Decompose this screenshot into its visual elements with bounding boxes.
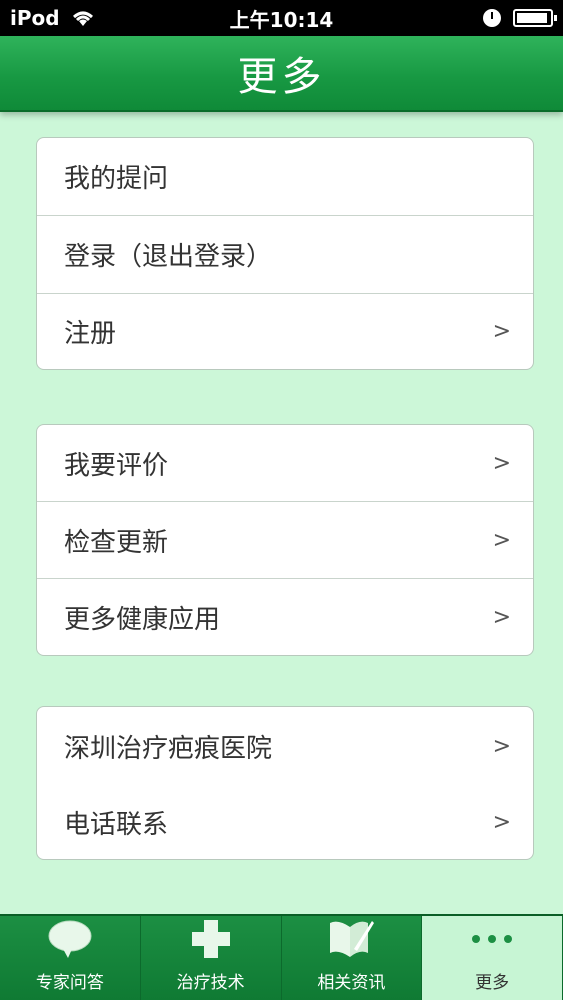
menu-item-label: 我的提问 <box>64 164 169 194</box>
menu-item-more-apps[interactable]: 更多健康应用 > <box>37 579 533 655</box>
page-title: 更多 <box>237 54 326 100</box>
navigation-header: 更多 <box>0 36 563 112</box>
tab-more[interactable]: 更多 <box>422 916 563 1000</box>
status-bar: iPod 上午10:14 <box>0 0 563 36</box>
menu-item-label: 深圳治疗疤痕医院 <box>64 733 273 764</box>
chevron-right-icon: > <box>492 527 511 553</box>
menu-item-my-questions[interactable]: 我的提问 <box>37 138 533 216</box>
menu-group-account: 我的提问 登录（退出登录） 注册 > <box>36 137 534 370</box>
menu-item-label: 注册 <box>64 319 117 349</box>
wifi-icon <box>72 11 93 26</box>
menu-item-phone-contact[interactable]: 电话联系 > <box>37 785 533 859</box>
bottom-tab-bar: 专家问答 治疗技术 相关资讯 更多 <box>0 914 563 1000</box>
tab-label: 专家问答 <box>35 973 104 993</box>
battery-icon <box>513 9 557 27</box>
chevron-right-icon: > <box>492 604 511 630</box>
document-pen-icon <box>326 916 376 962</box>
menu-item-label: 电话联系 <box>64 809 169 840</box>
tab-label: 治疗技术 <box>176 973 245 993</box>
menu-item-login[interactable]: 登录（退出登录） <box>37 216 533 294</box>
menu-item-check-update[interactable]: 检查更新 > <box>37 502 533 579</box>
tab-label: 更多 <box>475 973 510 993</box>
menu-item-label: 登录（退出登录） <box>64 242 273 272</box>
menu-item-hospital[interactable]: 深圳治疗疤痕医院 > <box>37 707 533 785</box>
more-dots-icon <box>470 916 514 962</box>
menu-item-label: 我要评价 <box>64 450 169 481</box>
chevron-right-icon: > <box>492 733 511 759</box>
medical-cross-icon <box>190 916 232 962</box>
menu-item-label: 更多健康应用 <box>64 604 221 635</box>
tab-label: 相关资讯 <box>317 973 386 993</box>
chevron-right-icon: > <box>492 319 511 344</box>
alarm-clock-icon <box>483 9 501 27</box>
menu-item-rate[interactable]: 我要评价 > <box>37 425 533 502</box>
chevron-right-icon: > <box>492 809 511 835</box>
carrier-label: iPod <box>10 6 60 30</box>
tab-treatment[interactable]: 治疗技术 <box>141 916 282 1000</box>
menu-group-contact: 深圳治疗疤痕医院 > 电话联系 > <box>36 706 534 860</box>
tab-expert-qa[interactable]: 专家问答 <box>0 916 141 1000</box>
status-right <box>483 9 557 27</box>
menu-group-app: 我要评价 > 检查更新 > 更多健康应用 > <box>36 424 534 656</box>
speech-bubble-icon <box>46 916 94 962</box>
menu-item-register[interactable]: 注册 > <box>37 294 533 369</box>
chevron-right-icon: > <box>492 450 511 476</box>
tab-news[interactable]: 相关资讯 <box>282 916 423 1000</box>
status-left: iPod <box>10 6 96 30</box>
menu-item-label: 检查更新 <box>64 527 169 558</box>
